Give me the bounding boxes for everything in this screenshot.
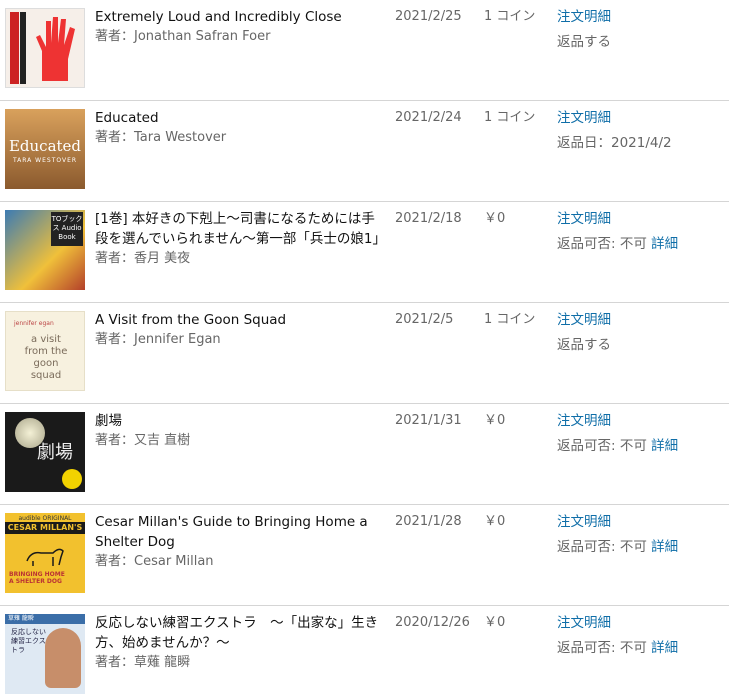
return-link[interactable]: 返品する — [557, 335, 611, 355]
order-actions: 注文明細 返品する — [557, 7, 611, 52]
cover-title: 反応しない練習エクストラ — [11, 628, 46, 654]
order-detail-link[interactable]: 注文明細 — [557, 108, 672, 128]
book-title-text[interactable]: A Visit from the Goon Squad — [95, 312, 286, 328]
order-actions: 注文明細 返品可否: 不可 詳細 — [557, 613, 678, 658]
book-title-text[interactable]: [1巻] 本好きの下剋上～司書になるためには手段を選んでいられません～第一部「兵… — [95, 211, 386, 247]
order-price: 1 コイン — [484, 110, 536, 125]
cover-author: 草薙 龍瞬 — [5, 614, 85, 624]
cover-author: TARA WESTOVER — [12, 157, 78, 164]
order-row: Educated TARA WESTOVER Educated 著者：Tara … — [0, 101, 729, 202]
book-title[interactable]: 劇場 著者：又吉 直樹 — [95, 411, 385, 451]
order-detail-link[interactable]: 注文明細 — [557, 411, 678, 431]
order-actions: 注文明細 返品可否: 不可 詳細 — [557, 512, 678, 557]
book-title-text[interactable]: Extremely Loud and Incredibly Close — [95, 9, 342, 25]
cesar-millan-cover[interactable]: audible ORIGINAL CESAR MILLAN'S BRINGING… — [5, 513, 85, 593]
cover-spine — [10, 12, 19, 84]
order-date: 2021/2/18 — [395, 211, 462, 226]
goon-squad-cover[interactable]: jennifer egan a visit from the goon squa… — [5, 311, 85, 391]
order-price: ￥0 — [484, 514, 506, 529]
return-detail-link[interactable]: 詳細 — [651, 236, 678, 252]
return-detail-link[interactable]: 詳細 — [651, 539, 678, 555]
order-date: 2021/2/5 — [395, 312, 454, 327]
book-title[interactable]: A Visit from the Goon Squad 著者：Jennifer … — [95, 310, 385, 350]
portrait-graphic — [45, 628, 81, 688]
cover-title: 劇場 — [37, 442, 73, 463]
order-row: Extremely Loud and Incredibly Close 著者：J… — [0, 0, 729, 101]
book-author: 著者：Jonathan Safran Foer — [95, 29, 271, 44]
book-title[interactable]: 反応しない練習エクストラ ～「出家な」生き方、始めませんか？～ 著者：草薙 龍瞬 — [95, 613, 385, 673]
order-row: 草薙 龍瞬 反応しない練習エクストラ 反応しない練習エクストラ ～「出家な」生き… — [0, 606, 729, 697]
order-detail-link[interactable]: 注文明細 — [557, 209, 678, 229]
cover-title: a visit from the goon squad — [24, 334, 68, 381]
order-price: ￥0 — [484, 413, 506, 428]
order-detail-link[interactable]: 注文明細 — [557, 613, 678, 633]
book-author: 著者：Jennifer Egan — [95, 332, 221, 347]
order-date: 2021/1/28 — [395, 514, 462, 529]
audiobook-badge: TOブックス Audio Book — [51, 212, 83, 246]
order-detail-link[interactable]: 注文明細 — [557, 512, 678, 532]
order-date: 2021/2/25 — [395, 9, 462, 24]
order-actions: 注文明細 返品可否: 不可 詳細 — [557, 411, 678, 456]
order-row: TOブックス Audio Book [1巻] 本好きの下剋上～司書になるためには… — [0, 202, 729, 303]
order-price: 1 コイン — [484, 9, 536, 24]
book-author: 著者：Cesar Millan — [95, 554, 214, 569]
order-price: ￥0 — [484, 615, 506, 630]
audible-badge-icon — [62, 469, 82, 489]
order-actions: 注文明細 返品日：2021/4/2 — [557, 108, 672, 153]
return-eligibility: 返品可否: 不可 — [557, 640, 647, 656]
cover-author: CESAR MILLAN'S — [5, 522, 85, 534]
cover-title: Educated — [8, 137, 82, 155]
book-title[interactable]: Cesar Millan's Guide to Bringing Home a … — [95, 512, 385, 572]
order-date: 2020/12/26 — [395, 615, 470, 630]
book-title-text[interactable]: Educated — [95, 110, 159, 126]
return-detail-link[interactable]: 詳細 — [651, 640, 678, 656]
order-detail-link[interactable]: 注文明細 — [557, 7, 611, 27]
book-title[interactable]: Educated 著者：Tara Westover — [95, 108, 385, 148]
extremely-loud-cover[interactable] — [5, 8, 85, 88]
cover-spine — [20, 12, 26, 84]
book-title[interactable]: [1巻] 本好きの下剋上～司書になるためには手段を選んでいられません～第一部「兵… — [95, 209, 386, 269]
book-title-text[interactable]: 反応しない練習エクストラ ～「出家な」生き方、始めませんか？～ — [95, 615, 378, 651]
book-author: 著者：又吉 直樹 — [95, 433, 191, 448]
hand-illustration — [36, 17, 75, 81]
order-actions: 注文明細 返品する — [557, 310, 611, 355]
book-author: 著者：Tara Westover — [95, 130, 227, 145]
return-eligibility: 返品可否: 不可 — [557, 539, 647, 555]
order-row: audible ORIGINAL CESAR MILLAN'S BRINGING… — [0, 505, 729, 606]
book-author: 著者：香月 美夜 — [95, 251, 191, 266]
order-row: 劇場 劇場 著者：又吉 直樹 2021/1/31 ￥0 注文明細 返品可否: 不… — [0, 404, 729, 505]
cover-label: audible ORIGINAL — [18, 515, 72, 522]
book-title-text[interactable]: Cesar Millan's Guide to Bringing Home a … — [95, 514, 368, 550]
book-title-text[interactable]: 劇場 — [95, 413, 122, 429]
dog-icon — [26, 548, 64, 566]
order-date: 2021/2/24 — [395, 110, 462, 125]
order-detail-link[interactable]: 注文明細 — [557, 310, 611, 330]
book-author: 著者：草薙 龍瞬 — [95, 655, 191, 670]
hannou-cover[interactable]: 草薙 龍瞬 反応しない練習エクストラ — [5, 614, 85, 694]
order-price: ￥0 — [484, 211, 506, 226]
book-title[interactable]: Extremely Loud and Incredibly Close 著者：J… — [95, 7, 385, 47]
order-actions: 注文明細 返品可否: 不可 詳細 — [557, 209, 678, 254]
return-date: 返品日：2021/4/2 — [557, 135, 672, 151]
honzuki-cover[interactable]: TOブックス Audio Book — [5, 210, 85, 290]
order-date: 2021/1/31 — [395, 413, 462, 428]
order-row: jennifer egan a visit from the goon squa… — [0, 303, 729, 404]
educated-cover[interactable]: Educated TARA WESTOVER — [5, 109, 85, 189]
order-price: 1 コイン — [484, 312, 536, 327]
gekijo-cover[interactable]: 劇場 — [5, 412, 85, 492]
return-detail-link[interactable]: 詳細 — [651, 438, 678, 454]
return-link[interactable]: 返品する — [557, 32, 611, 52]
cover-author: jennifer egan — [14, 320, 54, 327]
return-eligibility: 返品可否: 不可 — [557, 438, 647, 454]
cover-title: BRINGING HOME A SHELTER DOG — [9, 571, 65, 585]
return-eligibility: 返品可否: 不可 — [557, 236, 647, 252]
